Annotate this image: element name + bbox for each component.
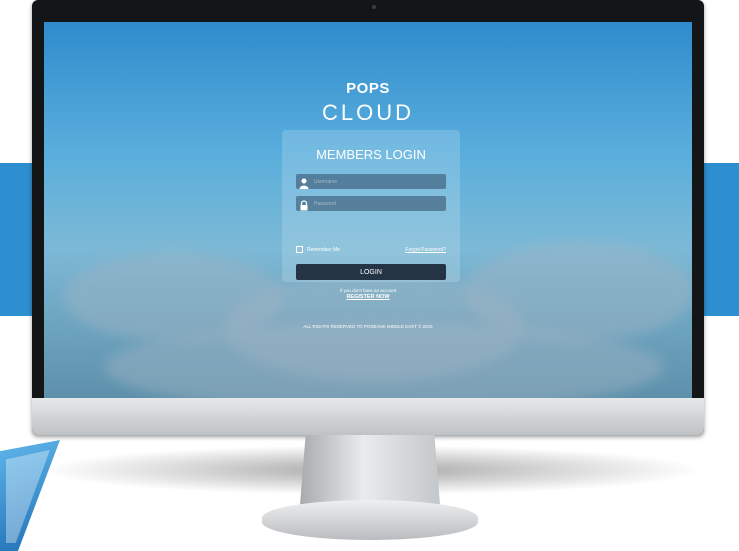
logo-cloud: CLOUD (321, 100, 414, 125)
remember-me-checkbox[interactable] (296, 246, 303, 253)
camera-dot (372, 5, 376, 9)
password-field[interactable] (296, 196, 446, 211)
monitor-stand-neck (300, 435, 440, 505)
user-icon (299, 176, 309, 189)
remember-me-label: Remember Me (307, 247, 341, 253)
login-button[interactable]: LOGIN (296, 264, 446, 280)
monitor-chin (32, 398, 704, 435)
monitor-stand-base (262, 500, 478, 540)
username-input[interactable] (314, 174, 442, 189)
forgot-password-link[interactable]: Forgot Password? (405, 247, 446, 253)
decorative-band-right (703, 163, 739, 316)
login-title: MEMBERS LOGIN (316, 147, 426, 162)
register-prompt: If you don't have an account (339, 288, 397, 293)
username-field[interactable] (296, 174, 446, 189)
register-link[interactable]: REGISTER NOW (44, 294, 692, 300)
lock-icon (299, 198, 309, 211)
logo-pops: POPS (346, 80, 390, 97)
copyright-footer: ALL RIGHTS RESERVED TO POSBANK MIDDLE EA… (303, 324, 433, 329)
password-input[interactable] (314, 196, 442, 211)
login-screen: POPS CLOUD MEMBERS LOGIN Remember Me (44, 22, 692, 398)
login-panel: MEMBERS LOGIN Remember Me Forgot Passwor… (282, 130, 460, 282)
